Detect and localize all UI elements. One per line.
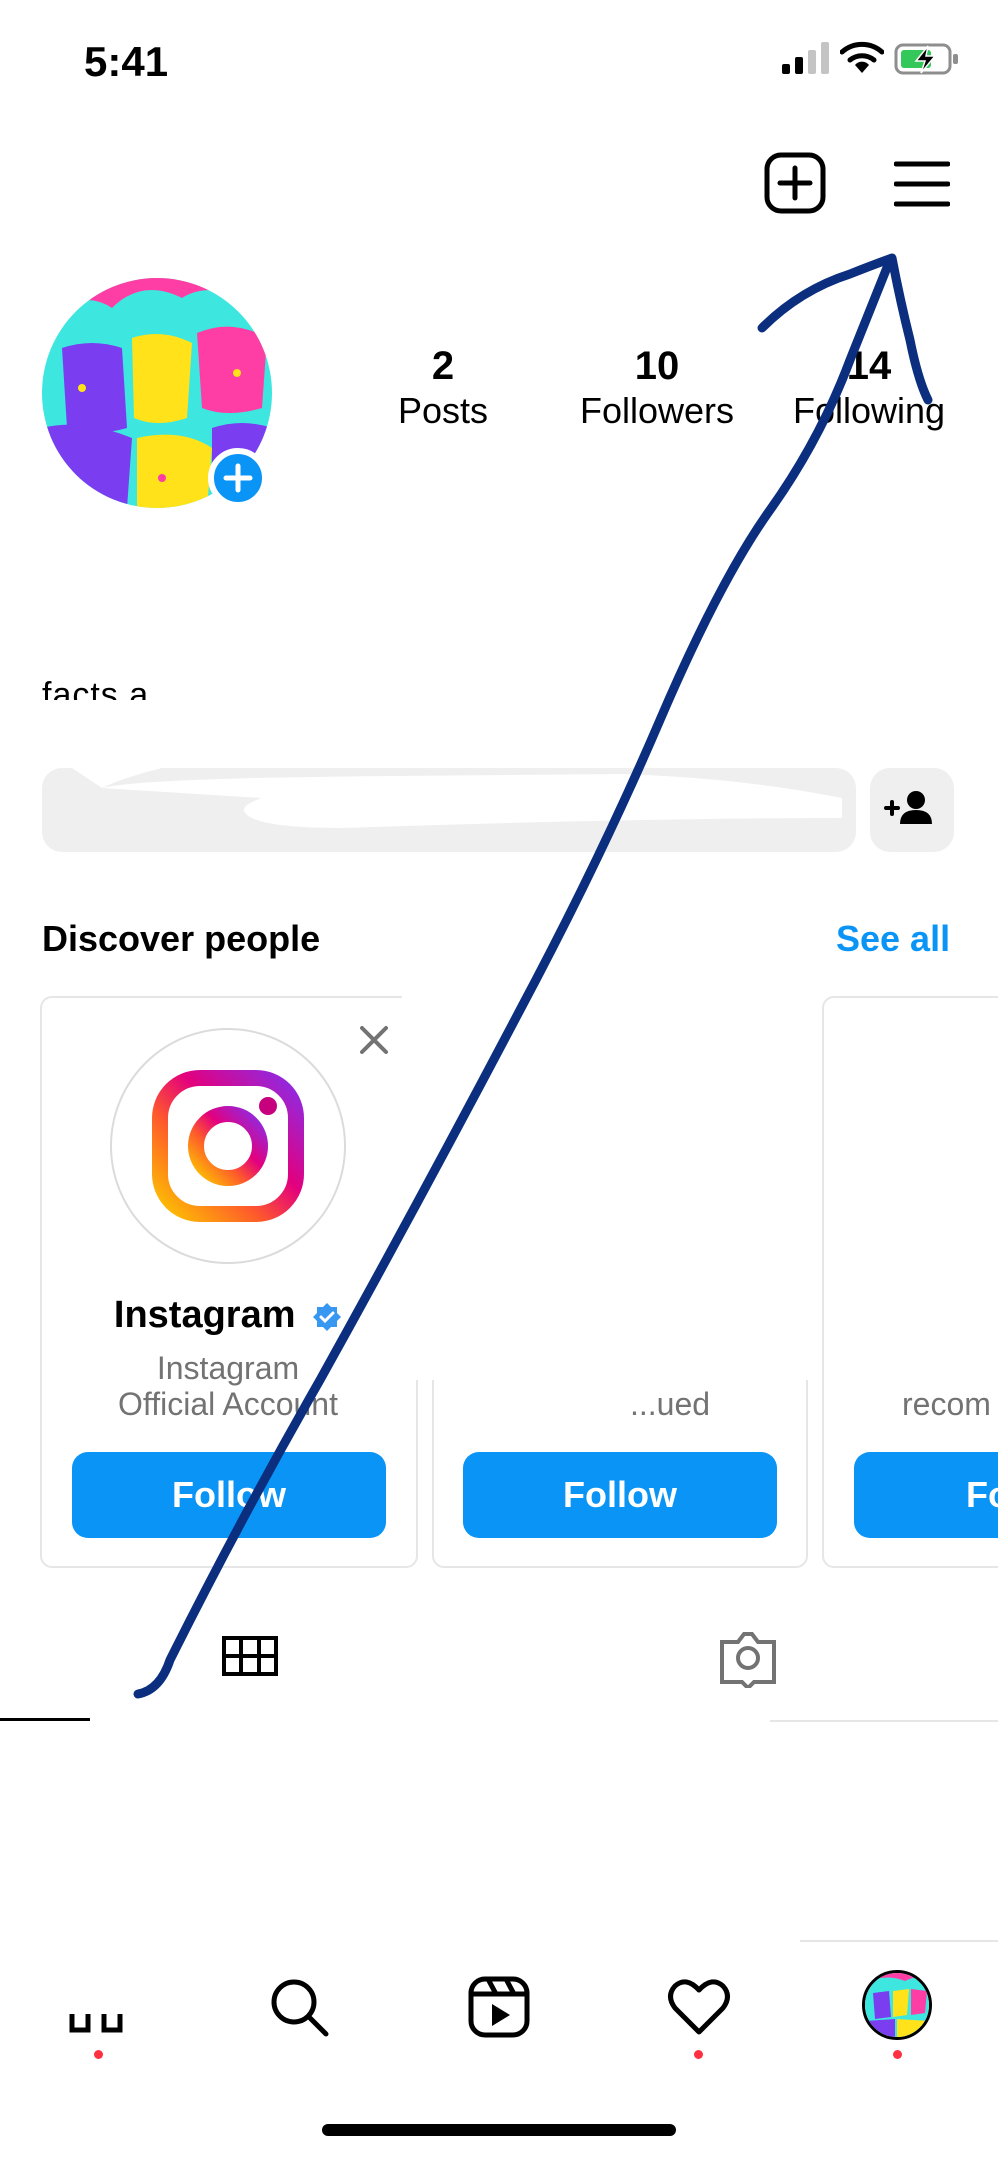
verified-badge-icon [313,1302,342,1331]
edit-profile-button[interactable] [42,768,856,852]
status-time: 5:41 [84,38,169,85]
avatar-image [865,1973,929,2037]
follow-button[interactable]: Fo [854,1452,998,1538]
grid-tab-icon[interactable] [222,1636,278,1676]
battery-charging-icon [894,43,958,75]
stat-followers-value: 10 [634,344,680,388]
add-person-icon [884,791,932,824]
instagram-logo-icon [152,1070,304,1222]
stat-posts[interactable]: 2 Posts [348,344,538,435]
scribble-redaction [72,768,842,828]
plus-icon [223,463,253,493]
card-subtitle-2: ...ued [630,1386,711,1422]
stat-followers[interactable]: 10 Followers [562,344,752,435]
card-subtitle-2: recom [902,1386,991,1422]
tagged-tab-icon[interactable] [716,1632,780,1688]
suggest-people-button[interactable] [870,768,954,852]
activity-notification-dot [694,2050,703,2059]
discover-people-title: Discover people [42,918,321,959]
redacted-area [90,1700,770,1730]
stat-following-value: 14 [846,344,892,388]
follow-button[interactable]: Follow [72,1452,386,1538]
home-icon[interactable] [66,1974,132,2040]
close-icon[interactable] [356,1022,392,1058]
stat-following[interactable]: 14 Following [774,344,964,435]
instagram-avatar [110,1028,346,1264]
reels-icon[interactable] [466,1974,532,2040]
redacted-area [402,990,862,1380]
profile-tab-avatar[interactable] [862,1970,932,2040]
wifi-icon [840,41,884,73]
home-indicator [322,2124,676,2136]
card-name[interactable]: Instagram [50,1294,406,1337]
stat-followers-label: Followers [579,390,735,431]
card-subtitle: Instagram [156,1350,300,1386]
follow-button[interactable]: Follow [463,1452,777,1538]
cellular-signal-icon [782,42,829,74]
menu-button[interactable] [894,160,950,208]
search-icon[interactable] [266,1974,332,2040]
add-story-button[interactable] [208,448,268,508]
heart-icon[interactable] [666,1974,732,2040]
stat-posts-value: 2 [431,344,455,388]
card-subtitle-2: Official Account [118,1386,338,1422]
profile-notification-dot [893,2050,902,2059]
see-all-link[interactable]: See all [836,918,950,960]
stat-posts-label: Posts [397,390,489,431]
bio-obscured-area [36,700,536,730]
stat-following-label: Following [792,390,946,431]
card-name-text: Instagram [113,1294,296,1336]
home-notification-dot [94,2050,103,2059]
new-post-button[interactable] [764,152,826,214]
nav-divider [800,1940,998,1942]
